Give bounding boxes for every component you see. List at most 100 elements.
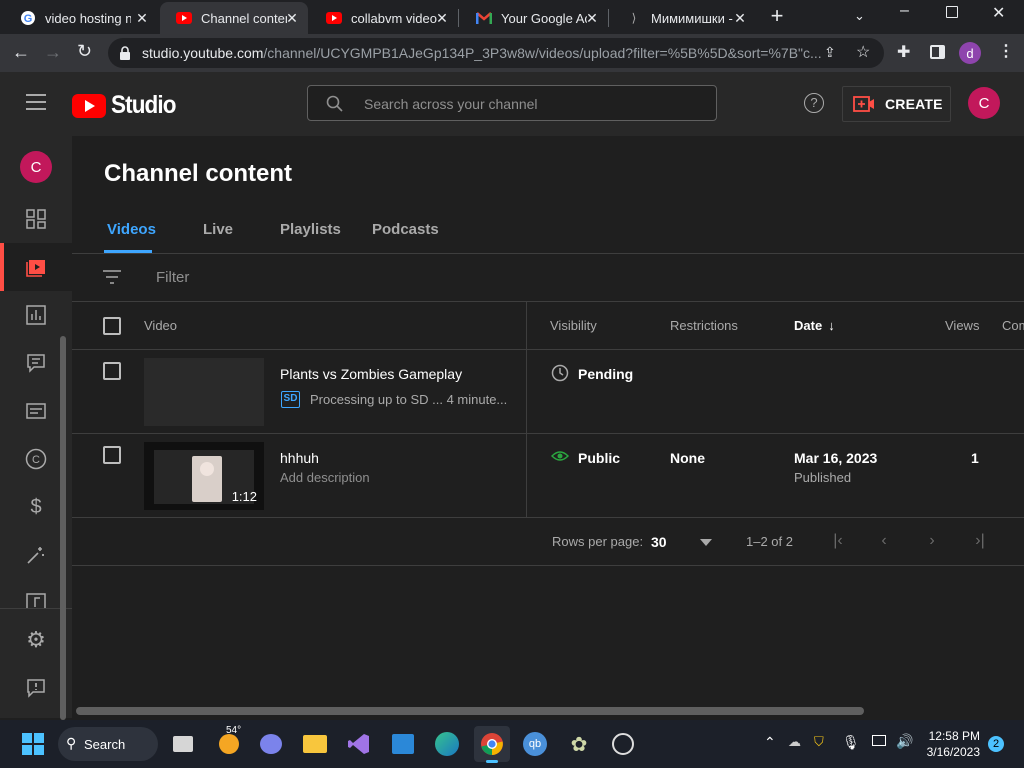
- feedback-icon: [27, 679, 45, 698]
- clock-time: 12:58 PM: [928, 729, 980, 743]
- browser-tab-active[interactable]: Channel content ✕: [160, 2, 308, 34]
- sidebar-item-dashboard[interactable]: [0, 195, 72, 243]
- url-host: studio.youtube.com: [142, 45, 264, 61]
- video-title[interactable]: Plants vs Zombies Gameplay: [280, 366, 462, 382]
- hamburger-menu-icon[interactable]: [26, 94, 46, 110]
- video-thumbnail-placeholder[interactable]: [144, 358, 264, 426]
- search-input[interactable]: Search across your channel: [364, 96, 538, 112]
- row-checkbox[interactable]: [103, 446, 121, 464]
- microsoft-store-icon[interactable]: [388, 729, 418, 759]
- video-title[interactable]: hhhuh: [280, 450, 319, 466]
- bookmark-star-icon[interactable]: ☆: [856, 42, 870, 62]
- last-page-icon[interactable]: ›|: [970, 532, 990, 552]
- clock-icon: [551, 364, 569, 382]
- tab-playlists[interactable]: Playlists: [280, 221, 341, 238]
- qbittorrent-icon[interactable]: qb: [520, 729, 550, 759]
- chrome-icon[interactable]: [474, 726, 510, 763]
- search-box[interactable]: Search across your channel: [307, 85, 717, 121]
- account-avatar[interactable]: C: [968, 87, 1000, 119]
- filter-icon[interactable]: [103, 270, 121, 284]
- sidebar-item-content[interactable]: [0, 243, 72, 291]
- shield-icon[interactable]: ⛉: [814, 734, 824, 750]
- task-view-icon[interactable]: [168, 729, 198, 759]
- back-icon[interactable]: ←: [12, 42, 32, 62]
- tab-videos[interactable]: Videos: [107, 221, 156, 238]
- notification-badge[interactable]: 2: [988, 736, 1004, 752]
- video-description[interactable]: Add description: [280, 470, 370, 485]
- sort-arrow-down-icon: ↓: [828, 318, 835, 333]
- settings-gear-icon: ⚙: [26, 627, 46, 652]
- file-explorer-icon[interactable]: [300, 729, 330, 759]
- visibility-status[interactable]: Pending: [578, 366, 633, 382]
- close-tab-icon[interactable]: ✕: [434, 10, 450, 26]
- tab-title: Your Google Ac: [501, 10, 587, 26]
- new-tab-icon[interactable]: +: [766, 5, 788, 28]
- column-header-views: Views: [945, 318, 980, 333]
- dropdown-arrow-icon[interactable]: [700, 539, 712, 546]
- tray-chevron-up-icon[interactable]: ⌃: [764, 734, 776, 751]
- microphone-icon[interactable]: 🎙: [842, 734, 860, 751]
- teams-chat-icon[interactable]: [256, 729, 286, 759]
- network-icon[interactable]: [872, 735, 886, 746]
- edge-icon[interactable]: [432, 729, 462, 759]
- lock-icon: [120, 46, 130, 60]
- video-thumbnail[interactable]: 1:12: [144, 442, 264, 510]
- windows-taskbar: ⚲ Search 54° qb ✿ ⌃ ☁ ⛉ 🎙 🔊 12:58 PM 3/1…: [0, 720, 1024, 768]
- processing-status: Processing up to SD ... 4 minute...: [310, 392, 508, 407]
- close-tab-icon[interactable]: ✕: [584, 10, 600, 26]
- weather-temp: 54°: [226, 725, 242, 736]
- create-button[interactable]: CREATE: [842, 86, 951, 122]
- forward-icon[interactable]: →: [44, 42, 64, 62]
- studio-logo[interactable]: Studio: [72, 91, 183, 120]
- weather-icon[interactable]: 54°: [214, 725, 244, 759]
- channel-avatar[interactable]: C: [20, 151, 52, 183]
- dashboard-icon: [26, 209, 46, 229]
- taskbar-search[interactable]: ⚲ Search: [58, 727, 158, 761]
- svg-text:G: G: [24, 13, 33, 25]
- horizontal-scrollbar[interactable]: [76, 707, 864, 715]
- close-window-icon[interactable]: ✕: [992, 3, 1010, 22]
- volume-icon[interactable]: 🔊: [896, 733, 913, 750]
- app-flower-icon[interactable]: ✿: [564, 729, 594, 759]
- sidebar-scrollbar[interactable]: [60, 336, 66, 720]
- tab-separator: [608, 9, 609, 27]
- reload-icon[interactable]: ↻: [77, 41, 97, 61]
- visual-studio-icon[interactable]: [344, 729, 374, 759]
- tab-live[interactable]: Live: [203, 221, 233, 238]
- profile-avatar[interactable]: d: [959, 42, 981, 64]
- row-checkbox[interactable]: [103, 362, 121, 380]
- browser-tab[interactable]: ⟩ Мимимишки - ✕: [610, 2, 756, 34]
- next-page-icon[interactable]: ›: [922, 532, 942, 552]
- pagination-range: 1–2 of 2: [746, 534, 793, 549]
- restore-icon[interactable]: [946, 6, 958, 18]
- close-tab-icon[interactable]: ✕: [284, 10, 300, 26]
- help-icon[interactable]: ?: [804, 93, 824, 113]
- browser-tab[interactable]: G video hosting no ✕: [4, 2, 158, 34]
- menu-dots-icon[interactable]: ⋮: [998, 41, 1014, 61]
- tab-search-icon[interactable]: ⌄: [854, 8, 872, 26]
- extensions-icon[interactable]: ✚: [897, 42, 910, 62]
- start-windows-icon[interactable]: [18, 729, 48, 759]
- restrictions-value: None: [670, 450, 705, 466]
- minimize-icon[interactable]: –: [900, 2, 918, 20]
- address-bar[interactable]: studio.youtube.com/channel/UCYGMPB1AJeGp…: [108, 38, 884, 68]
- taskbar-clock[interactable]: 12:58 PM 3/16/2023: [920, 728, 980, 760]
- close-tab-icon[interactable]: ✕: [134, 10, 150, 26]
- visibility-status[interactable]: Public: [578, 450, 620, 466]
- side-panel-icon[interactable]: [930, 45, 945, 59]
- share-icon[interactable]: ⇪: [824, 44, 836, 61]
- previous-page-icon[interactable]: ‹: [874, 532, 894, 552]
- cloud-icon[interactable]: ☁: [788, 734, 801, 750]
- select-all-checkbox[interactable]: [103, 317, 121, 335]
- column-header-date[interactable]: Date ↓: [794, 318, 835, 333]
- first-page-icon[interactable]: |‹: [828, 532, 848, 552]
- browser-tab[interactable]: Your Google Ac ✕: [460, 2, 608, 34]
- column-header-restrictions: Restrictions: [670, 318, 738, 333]
- browser-tab[interactable]: collabvm videos ✕: [310, 2, 458, 34]
- sidebar-item-analytics[interactable]: [0, 291, 72, 339]
- close-tab-icon[interactable]: ✕: [732, 10, 748, 26]
- obs-icon[interactable]: [608, 729, 638, 759]
- tab-podcasts[interactable]: Podcasts: [372, 221, 439, 238]
- filter-input[interactable]: Filter: [156, 269, 189, 286]
- rows-per-page-select[interactable]: 30: [651, 534, 667, 550]
